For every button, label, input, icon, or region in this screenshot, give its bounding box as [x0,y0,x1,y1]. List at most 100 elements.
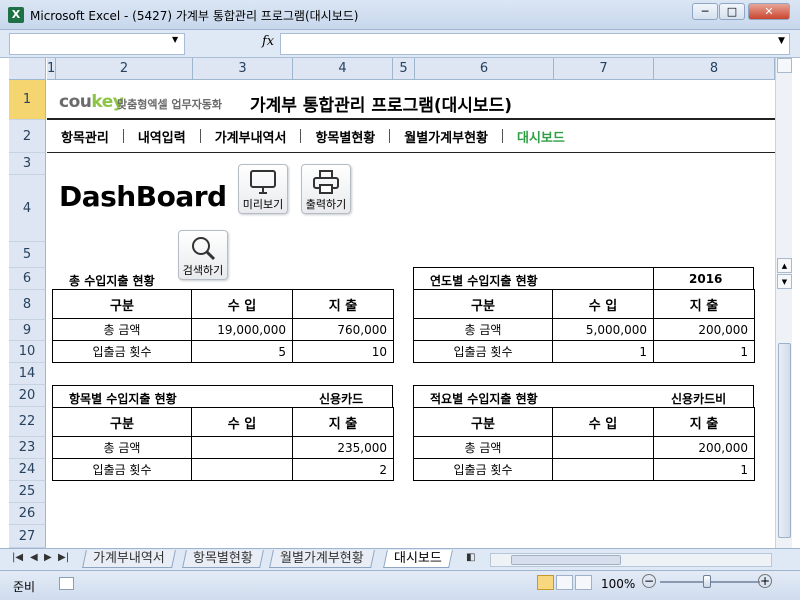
restore-button[interactable]: □ [719,3,745,20]
sheet-tab[interactable]: 가계부내역서 [82,550,176,568]
scroll-up-icon[interactable]: ▲ [777,258,792,273]
table-cell[interactable]: 235,000 [292,436,394,459]
row-header[interactable]: 8 [9,290,46,320]
select-all-corner[interactable] [9,58,46,80]
nav-menu: 항목관리 내역입력 가계부내역서 항목별현황 월별가계부현황 대시보드 [47,120,579,152]
row-header[interactable]: 20 [9,385,46,407]
insert-sheet-icon[interactable]: ◧ [466,552,475,563]
column-header[interactable]: 2 [56,58,193,80]
prev-sheet-icon[interactable]: ◀ [30,552,38,563]
table-cell[interactable]: 입출금 횟수 [52,340,192,363]
vertical-scrollbar[interactable]: ▲ ▼ [775,58,792,548]
nav-item-ledger[interactable]: 가계부내역서 [201,127,301,146]
macro-record-icon[interactable] [59,577,74,590]
table-cell[interactable]: 입출금 횟수 [413,458,553,481]
row-header[interactable]: 24 [9,459,46,481]
table-cell[interactable]: 200,000 [653,318,755,341]
row-header[interactable]: 6 [9,268,46,290]
row-header[interactable]: 26 [9,503,46,525]
column-header[interactable]: 7 [554,58,654,80]
normal-view-icon[interactable] [537,575,554,590]
nav-item-monthly[interactable]: 월별가계부현황 [390,127,502,146]
last-sheet-icon[interactable]: ▶| [58,552,69,563]
column-header[interactable]: 1 [47,58,56,80]
table-cell[interactable]: 입출금 횟수 [52,458,192,481]
divider [413,267,414,289]
page-layout-view-icon[interactable] [556,575,573,590]
worksheet-area[interactable]: coukey 맞춤형엑셀 업무자동화 가계부 통합관리 프로그램(대시보드) 항… [47,80,775,548]
print-button[interactable]: 출력하기 [301,164,351,214]
nav-item-items[interactable]: 항목관리 [47,127,123,146]
excel-app-icon[interactable]: X [8,7,24,23]
scrollbar-thumb[interactable] [778,343,791,538]
item-selector[interactable]: 신용카드 [319,390,363,407]
row-header[interactable]: 3 [9,153,46,175]
year-selector[interactable]: 2016 [689,272,722,286]
next-sheet-icon[interactable]: ▶ [44,552,52,563]
row-header[interactable]: 1 [9,80,46,120]
nav-item-by-item[interactable]: 항목별현황 [301,127,389,146]
split-box-icon[interactable] [777,58,792,73]
row-header[interactable]: 4 [9,175,46,242]
zoom-level[interactable]: 100% [601,577,635,591]
row-header[interactable]: 27 [9,525,46,548]
zoom-out-icon[interactable]: − [642,574,656,588]
table-cell[interactable]: 총 금액 [52,436,192,459]
name-box[interactable] [9,33,185,55]
zoom-in-icon[interactable]: + [758,574,772,588]
row-header[interactable]: 2 [9,120,46,153]
table-cell[interactable]: 총 금액 [52,318,192,341]
sheet-tab[interactable]: 항목별현황 [182,550,264,568]
table-cell[interactable]: 2 [292,458,394,481]
table-cell[interactable]: 입출금 횟수 [413,340,553,363]
row-header[interactable]: 5 [9,242,46,268]
sheet-tab[interactable]: 월별가계부현황 [269,550,375,568]
table-cell[interactable]: 총 금액 [413,318,553,341]
expand-formula-icon[interactable]: ▼ [778,36,785,46]
table-cell[interactable]: 1 [653,340,755,363]
table-cell[interactable] [552,458,654,481]
preview-button[interactable]: 미리보기 [238,164,288,214]
column-header[interactable]: 8 [654,58,775,80]
row-header[interactable]: 10 [9,341,46,363]
column-header[interactable]: 3 [193,58,293,80]
close-button[interactable]: ✕ [748,3,790,20]
column-header[interactable]: 6 [415,58,554,80]
row-header[interactable]: 14 [9,363,46,385]
scroll-down-icon[interactable]: ▼ [777,274,792,289]
row-header[interactable]: 22 [9,407,46,437]
table-cell[interactable]: 200,000 [653,436,755,459]
column-header[interactable]: 5 [393,58,415,80]
nav-item-dashboard[interactable]: 대시보드 [503,127,579,146]
table-cell[interactable] [191,458,293,481]
minimize-button[interactable]: ─ [692,3,718,20]
zoom-slider-thumb[interactable] [703,575,711,588]
row-header[interactable]: 23 [9,437,46,459]
table-cell[interactable] [191,436,293,459]
column-header[interactable]: 4 [293,58,393,80]
table-cell[interactable]: 10 [292,340,394,363]
table-cell[interactable]: 1 [552,340,654,363]
table-cell[interactable]: 19,000,000 [191,318,293,341]
row-header[interactable]: 25 [9,481,46,503]
dashboard-title: DashBoard [59,180,227,213]
table-cell[interactable]: 5,000,000 [552,318,654,341]
row-header[interactable]: 9 [9,320,46,341]
sheet-tab-active[interactable]: 대시보드 [383,550,453,568]
table-cell[interactable]: 1 [653,458,755,481]
scrollbar-thumb[interactable] [511,555,621,565]
first-sheet-icon[interactable]: |◀ [12,552,23,563]
search-button[interactable]: 검색하기 [178,230,228,280]
formula-input[interactable] [280,33,790,55]
table-cell[interactable] [552,436,654,459]
table-cell[interactable]: 총 금액 [413,436,553,459]
page-break-view-icon[interactable] [575,575,592,590]
preview-label: 미리보기 [242,198,284,211]
nav-item-entry[interactable]: 내역입력 [124,127,200,146]
horizontal-scrollbar[interactable] [490,553,772,567]
chevron-down-icon[interactable]: ▼ [172,35,178,44]
table-cell[interactable]: 5 [191,340,293,363]
memo-selector[interactable]: 신용카드비 [671,390,726,407]
table-cell[interactable]: 760,000 [292,318,394,341]
insert-function-button[interactable]: fx [262,34,274,49]
